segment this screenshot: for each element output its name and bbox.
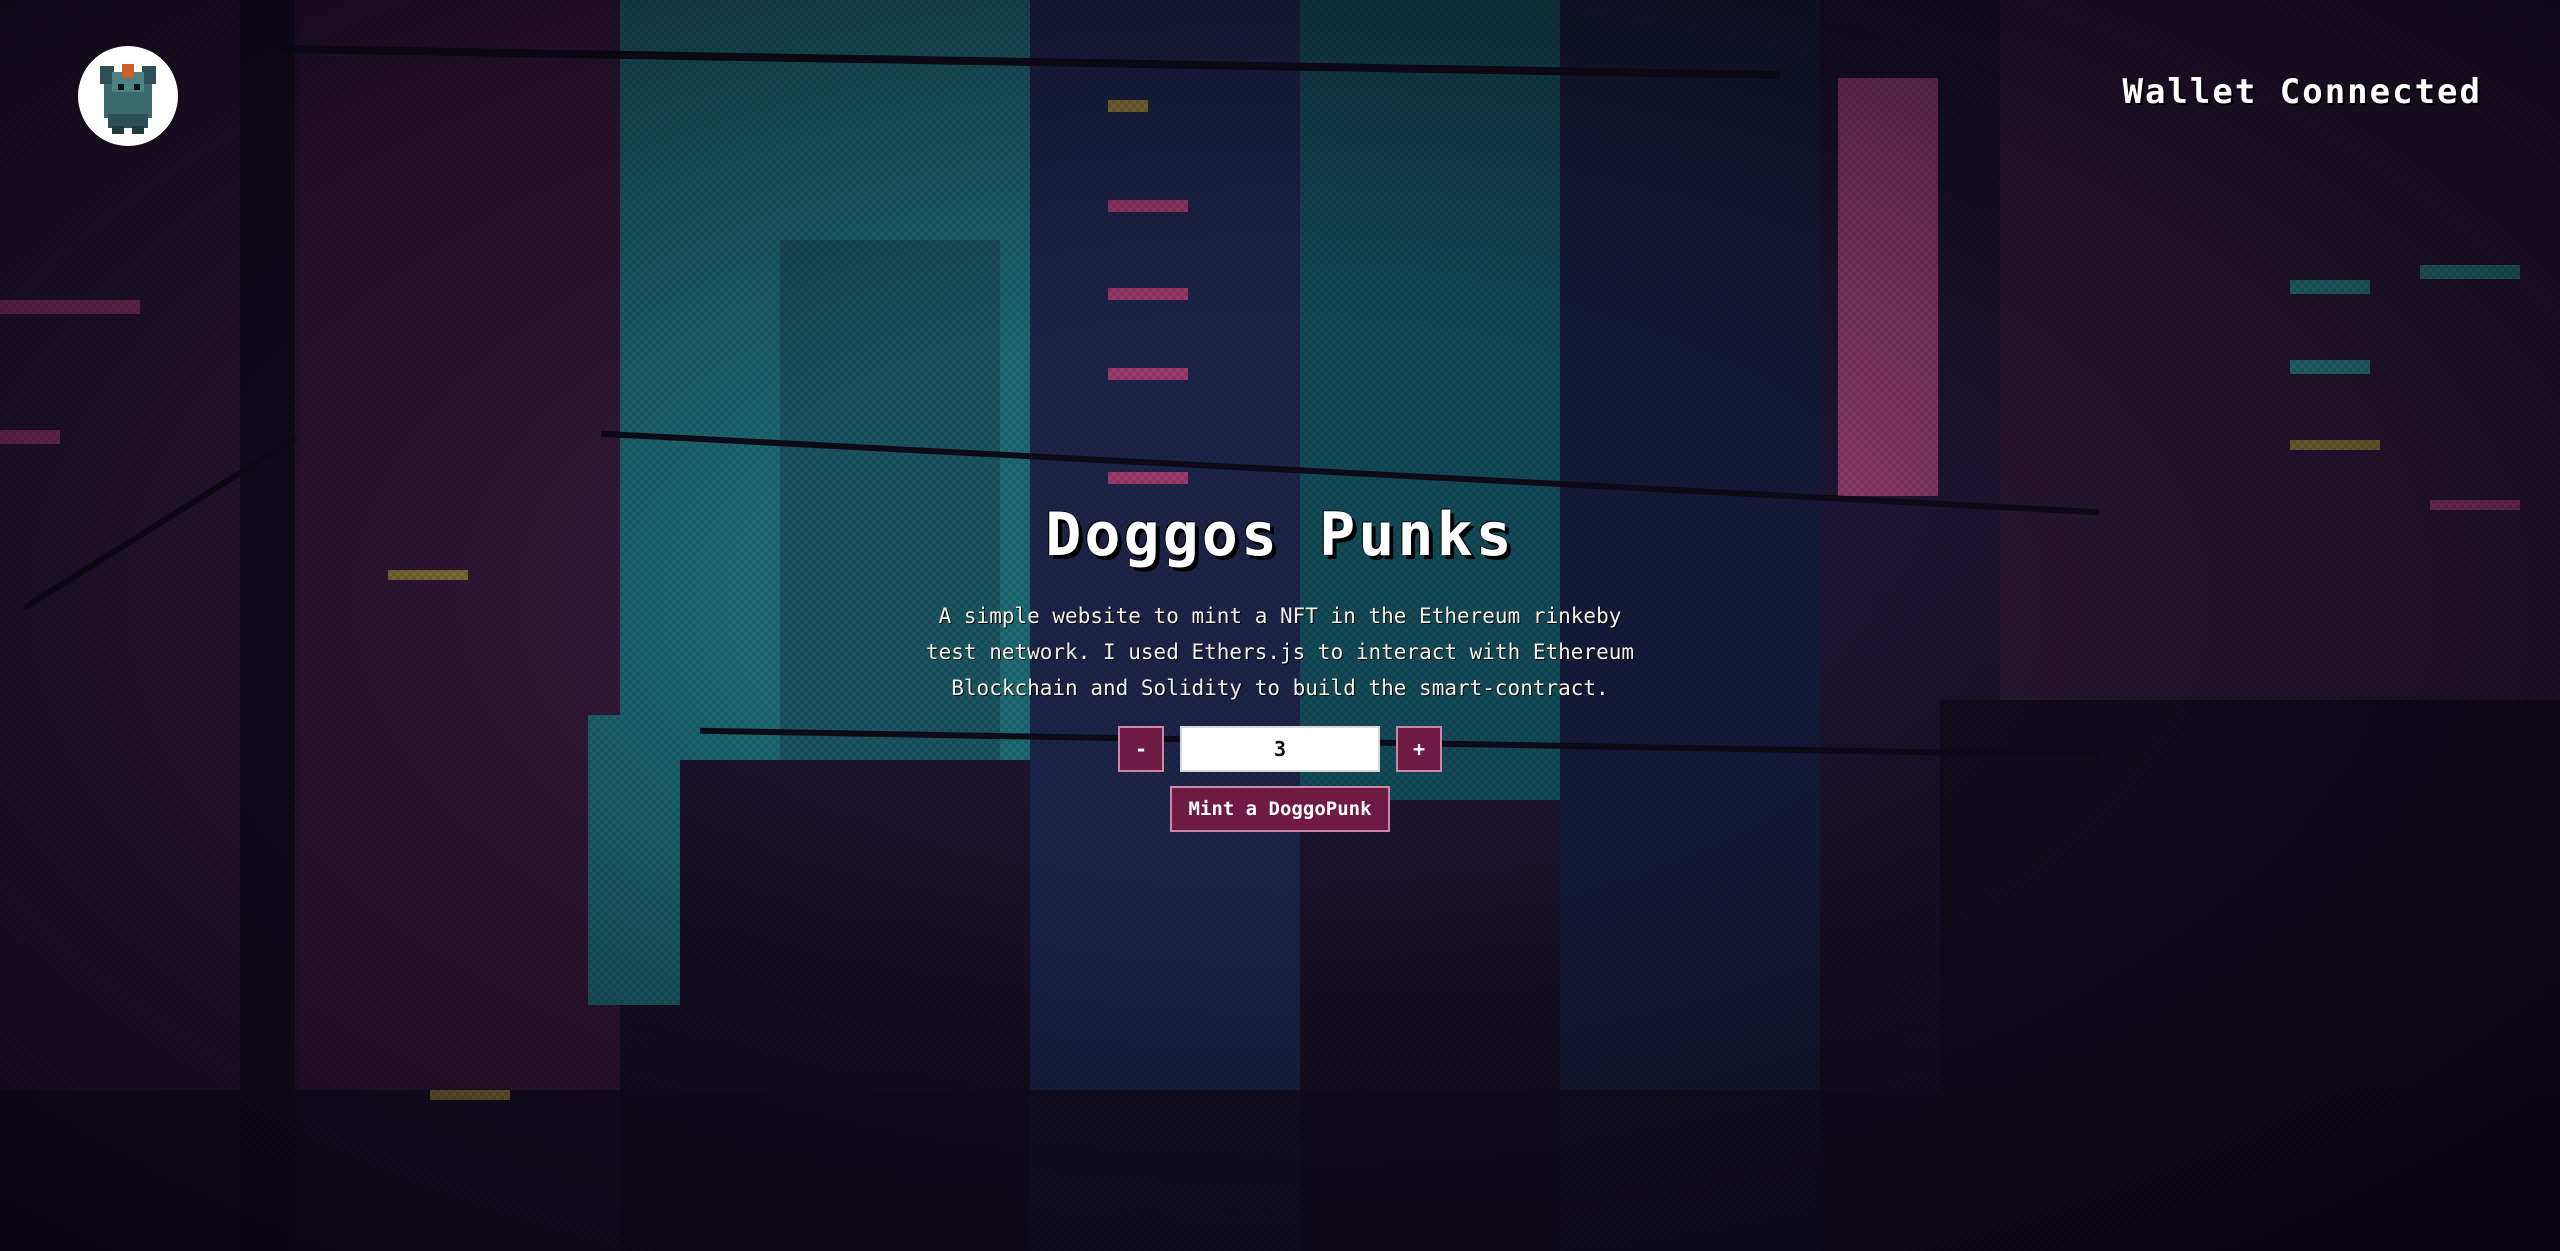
- bg-window: [1108, 472, 1188, 484]
- bg-foreground-bottom: [0, 1090, 2560, 1251]
- quantity-input[interactable]: [1180, 726, 1380, 772]
- bg-window: [1108, 100, 1148, 112]
- bg-neon-sign: [1838, 78, 1938, 496]
- bg-window: [430, 1090, 510, 1100]
- bg-window: [0, 300, 140, 314]
- mint-button[interactable]: Mint a DoggoPunk: [1170, 786, 1390, 832]
- page-description: A simple website to mint a NFT in the Et…: [925, 604, 1634, 700]
- logo-link[interactable]: [78, 46, 178, 146]
- hero-section: Doggos Punks A simple website to mint a …: [0, 500, 2560, 832]
- doggo-logo-icon: [82, 50, 174, 142]
- bg-window: [2290, 440, 2380, 450]
- decrement-button[interactable]: -: [1118, 726, 1164, 772]
- bg-window: [0, 430, 60, 444]
- bg-window: [1108, 368, 1188, 380]
- quantity-stepper: - +: [1118, 726, 1442, 772]
- increment-button[interactable]: +: [1396, 726, 1442, 772]
- bg-window: [2290, 280, 2370, 294]
- bg-window: [2420, 265, 2520, 279]
- bg-window: [1108, 288, 1188, 300]
- page-title: Doggos Punks: [1045, 500, 1515, 570]
- wallet-status[interactable]: Wallet Connected: [2122, 72, 2482, 112]
- bg-window: [1108, 200, 1188, 212]
- bg-window: [2290, 360, 2370, 374]
